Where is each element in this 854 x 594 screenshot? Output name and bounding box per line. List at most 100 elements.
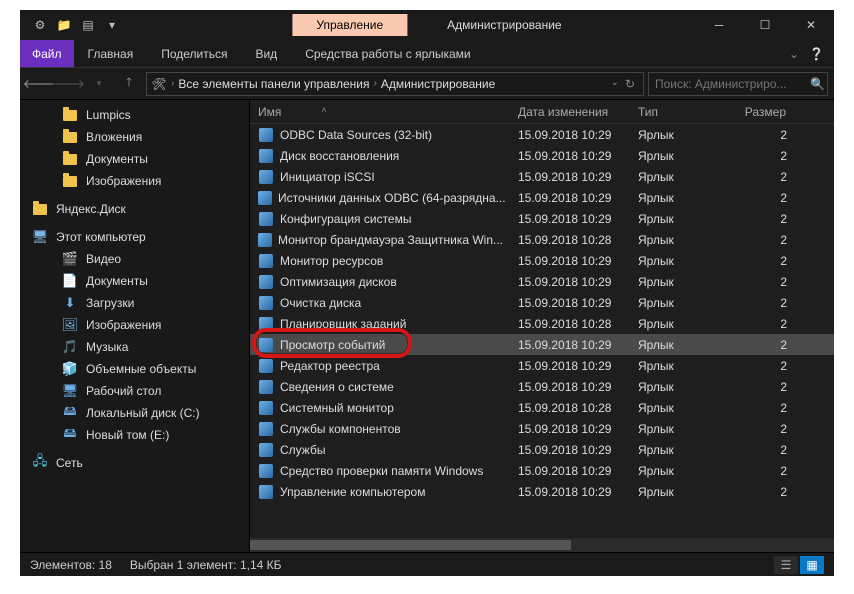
sidebar-item[interactable]: 🎵Музыка xyxy=(20,336,249,358)
file-name: Диск восстановления xyxy=(280,149,399,163)
file-row[interactable]: Очистка диска15.09.2018 10:29Ярлык2 xyxy=(250,292,834,313)
sidebar-item-yandex-disk[interactable]: Яндекс.Диск xyxy=(20,198,249,220)
file-row[interactable]: Редактор реестра15.09.2018 10:29Ярлык2 xyxy=(250,355,834,376)
file-row[interactable]: Монитор ресурсов15.09.2018 10:29Ярлык2 xyxy=(250,250,834,271)
file-name: Системный монитор xyxy=(280,401,394,415)
ribbon-context-tab[interactable]: Управление xyxy=(292,14,407,36)
file-type: Ярлык xyxy=(630,275,735,289)
sidebar-item[interactable]: 🖴Новый том (E:) xyxy=(20,424,249,446)
file-row[interactable]: Управление компьютером15.09.2018 10:29Яр… xyxy=(250,481,834,502)
column-type[interactable]: Тип xyxy=(630,105,735,119)
file-size: 2 xyxy=(735,359,795,373)
file-row[interactable]: Просмотр событий15.09.2018 10:29Ярлык2 xyxy=(250,334,834,355)
sidebar-item[interactable]: 🎬Видео xyxy=(20,248,249,270)
previous-dropdown-icon[interactable]: ⌄ xyxy=(611,77,619,91)
file-size: 2 xyxy=(735,380,795,394)
qat-dropdown-icon[interactable]: ▾ xyxy=(104,17,120,33)
maximize-button[interactable]: ☐ xyxy=(742,10,788,40)
navigation-pane[interactable]: LumpicsВложенияДокументыИзображения Янде… xyxy=(20,100,250,552)
sidebar-item[interactable]: 🖼Изображения xyxy=(20,314,249,336)
sidebar-item-label: Документы xyxy=(86,274,148,288)
file-size: 2 xyxy=(735,443,795,457)
sidebar-item[interactable]: Документы xyxy=(20,148,249,170)
breadcrumb[interactable]: 🛠 › Все элементы панели управления › Адм… xyxy=(146,72,644,96)
sidebar-item-label: Загрузки xyxy=(86,296,134,310)
column-date[interactable]: Дата изменения xyxy=(510,105,630,119)
view-thumbnails-button[interactable]: ▦ xyxy=(800,556,824,574)
file-size: 2 xyxy=(735,422,795,436)
sidebar-item[interactable]: Lumpics xyxy=(20,104,249,126)
sidebar-item[interactable]: 🖴Локальный диск (C:) xyxy=(20,402,249,424)
file-row[interactable]: Сведения о системе15.09.2018 10:29Ярлык2 xyxy=(250,376,834,397)
nav-up-button[interactable]: 🡑 xyxy=(116,72,142,96)
sidebar-item[interactable]: Вложения xyxy=(20,126,249,148)
file-date: 15.09.2018 10:29 xyxy=(510,254,630,268)
file-row[interactable]: Монитор брандмауэра Защитника Win...15.0… xyxy=(250,229,834,250)
ribbon-tab-shortcut-tools[interactable]: Средства работы с ярлыками xyxy=(291,40,484,67)
file-date: 15.09.2018 10:29 xyxy=(510,338,630,352)
column-name[interactable]: Имя˄ xyxy=(250,105,510,119)
ribbon-collapse-icon[interactable]: ⌄ xyxy=(789,47,799,61)
file-name: Просмотр событий xyxy=(280,338,385,352)
file-row[interactable]: Диск восстановления15.09.2018 10:29Ярлык… xyxy=(250,145,834,166)
file-row[interactable]: Средство проверки памяти Windows15.09.20… xyxy=(250,460,834,481)
sidebar-item[interactable]: Изображения xyxy=(20,170,249,192)
yadisk-icon xyxy=(32,201,48,217)
file-row[interactable]: Инициатор iSCSI15.09.2018 10:29Ярлык2 xyxy=(250,166,834,187)
sidebar-item[interactable]: 🧊Объемные объекты xyxy=(20,358,249,380)
properties-icon[interactable]: ⚙ xyxy=(32,17,48,33)
crumb-admin-tools[interactable]: Администрирование xyxy=(381,77,495,91)
file-type: Ярлык xyxy=(630,254,735,268)
file-row[interactable]: Планировщик заданий15.09.2018 10:28Ярлык… xyxy=(250,313,834,334)
sidebar-item[interactable]: 📄Документы xyxy=(20,270,249,292)
file-row[interactable]: Службы15.09.2018 10:29Ярлык2 xyxy=(250,439,834,460)
file-list[interactable]: ODBC Data Sources (32-bit)15.09.2018 10:… xyxy=(250,124,834,538)
view-details-button[interactable]: ☰ xyxy=(774,556,798,574)
sidebar-item-network[interactable]: 🖧 Сеть xyxy=(20,452,249,474)
nav-recent-dropdown[interactable]: ▾ xyxy=(86,72,112,96)
sidebar-item-this-pc[interactable]: 🖥 Этот компьютер xyxy=(20,226,249,248)
crumb-control-panel[interactable]: Все элементы панели управления xyxy=(178,77,369,91)
close-button[interactable]: ✕ xyxy=(788,10,834,40)
file-type: Ярлык xyxy=(630,422,735,436)
ribbon-tab-view[interactable]: Вид xyxy=(241,40,291,67)
pc-icon: 🖥 xyxy=(32,229,48,245)
file-date: 15.09.2018 10:29 xyxy=(510,464,630,478)
search-icon[interactable]: 🔍 xyxy=(810,77,825,91)
ribbon-tab-share[interactable]: Поделиться xyxy=(147,40,241,67)
file-row[interactable]: ODBC Data Sources (32-bit)15.09.2018 10:… xyxy=(250,124,834,145)
horizontal-scrollbar[interactable] xyxy=(250,538,834,552)
file-date: 15.09.2018 10:29 xyxy=(510,296,630,310)
file-type: Ярлык xyxy=(630,170,735,184)
minimize-button[interactable]: ─ xyxy=(696,10,742,40)
window-controls: ─ ☐ ✕ xyxy=(696,10,834,40)
file-row[interactable]: Службы компонентов15.09.2018 10:29Ярлык2 xyxy=(250,418,834,439)
shortcut-icon xyxy=(258,463,274,479)
sidebar-item[interactable]: 🖥Рабочий стол xyxy=(20,380,249,402)
scrollbar-thumb[interactable] xyxy=(250,540,571,550)
refresh-icon[interactable]: ↻ xyxy=(625,77,635,91)
column-size[interactable]: Размер xyxy=(735,105,795,119)
help-icon[interactable]: ❔ xyxy=(809,47,824,61)
chevron-right-icon[interactable]: › xyxy=(169,78,176,89)
shortcut-icon xyxy=(258,400,274,416)
qat-doc-icon[interactable]: ▤ xyxy=(80,17,96,33)
file-row[interactable]: Конфигурация системы15.09.2018 10:29Ярлы… xyxy=(250,208,834,229)
file-type: Ярлык xyxy=(630,443,735,457)
file-row[interactable]: Оптимизация дисков15.09.2018 10:29Ярлык2 xyxy=(250,271,834,292)
search-input[interactable] xyxy=(655,77,810,91)
nav-back-button[interactable]: 🡐 xyxy=(26,72,52,96)
ribbon-file-tab[interactable]: Файл xyxy=(20,40,74,67)
chevron-right-icon[interactable]: › xyxy=(371,78,378,89)
new-folder-icon[interactable]: 📁 xyxy=(56,17,72,33)
file-row[interactable]: Источники данных ODBC (64-разрядна...15.… xyxy=(250,187,834,208)
file-row[interactable]: Системный монитор15.09.2018 10:28Ярлык2 xyxy=(250,397,834,418)
file-name: Монитор ресурсов xyxy=(280,254,383,268)
sidebar-item-label: Видео xyxy=(86,252,121,266)
file-date: 15.09.2018 10:28 xyxy=(510,401,630,415)
nav-forward-button[interactable]: 🡒 xyxy=(56,72,82,96)
sidebar-item[interactable]: ⬇Загрузки xyxy=(20,292,249,314)
search-box[interactable]: 🔍 xyxy=(648,72,828,96)
file-type: Ярлык xyxy=(630,128,735,142)
ribbon-tab-home[interactable]: Главная xyxy=(74,40,148,67)
